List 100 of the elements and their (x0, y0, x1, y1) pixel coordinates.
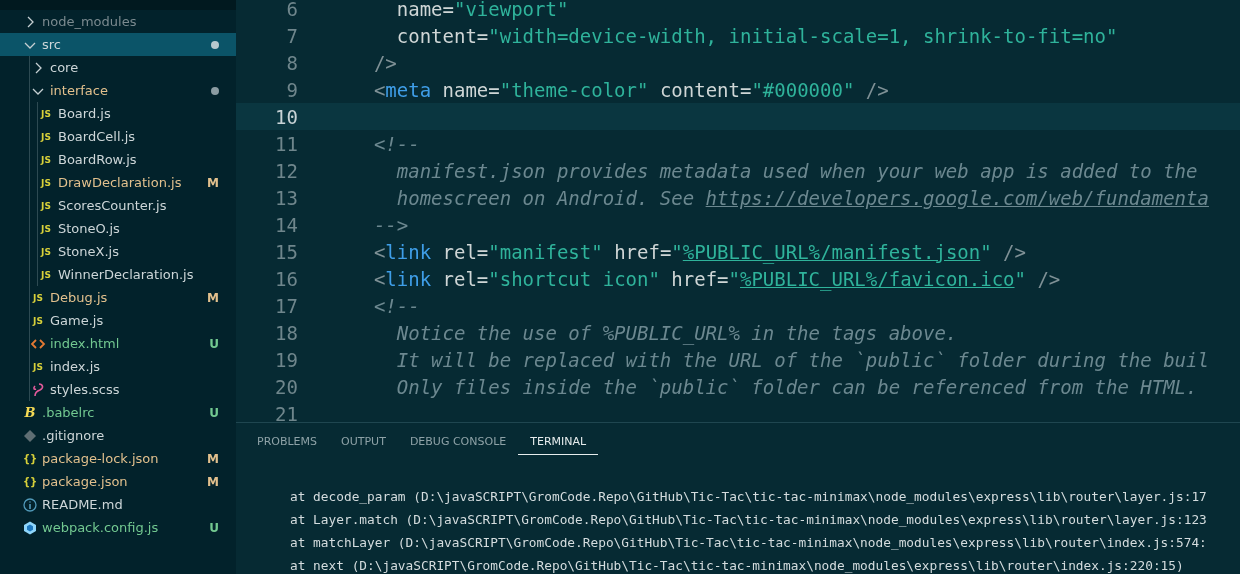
git-status-label: U (209, 405, 219, 420)
terminal-line: at matchLayer (D:\javaSCRIPT\GromCode.Repo\GitHub\Tic-Tac\tic-tac-minimax\node_modules\express\lib\router\index.js:574: (290, 534, 1208, 552)
line-number: 21 (274, 402, 298, 422)
line-number: 15 (274, 240, 298, 263)
js-file-icon: JS (30, 361, 46, 372)
panel-tab[interactable]: OUTPUT (329, 431, 398, 455)
js-file-icon: JS (38, 108, 54, 119)
panel-tab[interactable]: DEBUG CONSOLE (397, 431, 519, 455)
terminal-line: at decode_param (D:\javaSCRIPT\GromCode.Repo\GitHub\Tic-Tac\tic-tac-minimax\node_modules\express\lib\router\layer.js:17 (290, 488, 1208, 506)
js-file-icon: JS (38, 131, 54, 142)
code-line: --> (372, 213, 409, 236)
file-name: .babelrc (42, 405, 95, 420)
explorer-item[interactable]: JS BoardRow.js (0, 148, 236, 171)
code-line: Notice the use of %PUBLIC_URL% in the tags above. (395, 321, 958, 344)
git-status-label: M (207, 474, 219, 489)
file-name: BoardCell.js (58, 129, 136, 144)
panel-tab[interactable]: PROBLEMS (245, 431, 330, 455)
git-status-label: U (209, 336, 219, 351)
explorer-item[interactable]: JS Game.js (0, 309, 236, 332)
file-name: StoneO.js (58, 221, 120, 236)
js-file-icon: JS (38, 200, 54, 211)
explorer-item[interactable]: JS StoneO.js (0, 217, 236, 240)
file-name: index.js (50, 359, 101, 374)
file-name: ScoresCounter.js (58, 198, 167, 213)
explorer-item[interactable]: styles.scss (0, 378, 236, 401)
git-status-label: U (209, 520, 219, 535)
code-line: name="viewport" (395, 0, 569, 20)
git-status-label: M (207, 451, 219, 466)
terminal-line: at next (D:\javaSCRIPT\GromCode.Repo\GitHub\Tic-Tac\tic-tac-minimax\node_modules\express\lib\router\index.js:220:15) (290, 557, 1185, 574)
code-line: <link rel="shortcut icon" href="%PUBLIC_URL%/favicon.ico" /> (372, 267, 1061, 290)
file-name: Debug.js (50, 290, 108, 305)
file-name: DrawDeclaration.js (58, 175, 182, 190)
line-number: 10 (274, 105, 298, 128)
explorer-item[interactable]: JS WinnerDeclaration.js (0, 263, 236, 286)
file-name: core (50, 60, 79, 75)
explorer-item[interactable]: src (0, 33, 236, 56)
explorer-item[interactable]: {} package-lock.json M (0, 447, 236, 470)
code-line: Only files inside the `public` folder can be referenced from the HTML. (395, 375, 1198, 398)
explorer-item[interactable]: B .babelrc U (0, 401, 236, 424)
git-status-label: M (207, 175, 219, 190)
terminal-line: at Layer.match (D:\javaSCRIPT\GromCode.Repo\GitHub\Tic-Tac\tic-tac-minimax\node_modules\express\lib\router\layer.js:123 (290, 511, 1208, 529)
file-name: WinnerDeclaration.js (58, 267, 194, 282)
changes-dot (211, 40, 219, 49)
line-number: 14 (274, 213, 298, 236)
file-name: src (42, 37, 61, 52)
panel-tab[interactable]: TERMINAL (518, 431, 599, 455)
info-icon (22, 496, 38, 513)
line-number: 18 (274, 321, 298, 344)
code-line: content="width=device-width, initial-scale=1, shrink-to-fit=no" (395, 24, 1118, 47)
explorer-item[interactable]: JS Board.js (0, 102, 236, 125)
js-file-icon: JS (38, 223, 54, 234)
explorer-item[interactable]: README.md (0, 493, 236, 516)
code-line: <!-- (372, 132, 420, 155)
json-file-icon: {} (22, 453, 38, 464)
file-name: .gitignore (42, 428, 105, 443)
code-line: homescreen on Android. See https://developers.google.com/web/fundamenta (395, 186, 1209, 209)
line-number: 17 (274, 294, 298, 317)
file-name: package.json (42, 474, 128, 489)
line-number: 6 (285, 0, 298, 20)
code-line: <link rel="manifest" href="%PUBLIC_URL%/manifest.json" /> (372, 240, 1026, 263)
explorer-item[interactable]: JS StoneX.js (0, 240, 236, 263)
file-name: README.md (42, 497, 123, 512)
explorer-item[interactable]: node_modules (0, 10, 236, 33)
js-file-icon: JS (38, 246, 54, 257)
explorer-item[interactable]: JS BoardCell.js (0, 125, 236, 148)
changes-dot (211, 86, 219, 95)
line-number: 20 (274, 375, 298, 398)
js-file-icon: JS (30, 315, 46, 326)
explorer-item[interactable]: JS DrawDeclaration.js M (0, 171, 236, 194)
explorer-item[interactable]: webpack.config.js U (0, 516, 236, 539)
line-number: 8 (285, 51, 298, 74)
explorer-item[interactable]: interface (0, 79, 236, 102)
explorer-item[interactable]: index.html U (0, 332, 236, 355)
line-number: 16 (274, 267, 298, 290)
line-number: 12 (274, 159, 298, 182)
file-name: package-lock.json (42, 451, 159, 466)
line-number: 19 (274, 348, 298, 371)
explorer-item[interactable]: .gitignore (0, 424, 236, 447)
explorer-item[interactable]: JS ScoresCounter.js (0, 194, 236, 217)
file-name: webpack.config.js (42, 520, 159, 535)
js-file-icon: JS (38, 269, 54, 280)
diamond-icon (22, 427, 38, 444)
js-file-icon: JS (30, 292, 46, 303)
babel-file-icon: B (22, 405, 38, 420)
json-file-icon: {} (22, 476, 38, 487)
code-line: /> (372, 51, 397, 74)
file-name: BoardRow.js (58, 152, 137, 167)
explorer-item[interactable]: {} package.json M (0, 470, 236, 493)
explorer-item[interactable]: JS index.js (0, 355, 236, 378)
code-line: It will be replaced with the URL of the `public` folder during the buil (395, 348, 1209, 371)
file-name: StoneX.js (58, 244, 119, 259)
file-name: Board.js (58, 106, 111, 121)
file-name: Game.js (50, 313, 104, 328)
line-number: 13 (274, 186, 298, 209)
file-name: index.html (50, 336, 120, 351)
line-number: 7 (285, 24, 298, 47)
explorer-item[interactable]: core (0, 56, 236, 79)
explorer-item[interactable]: JS Debug.js M (0, 286, 236, 309)
code-line: <!-- (372, 294, 420, 317)
code-line: manifest.json provides metadata used when your web app is added to the (395, 159, 1198, 182)
